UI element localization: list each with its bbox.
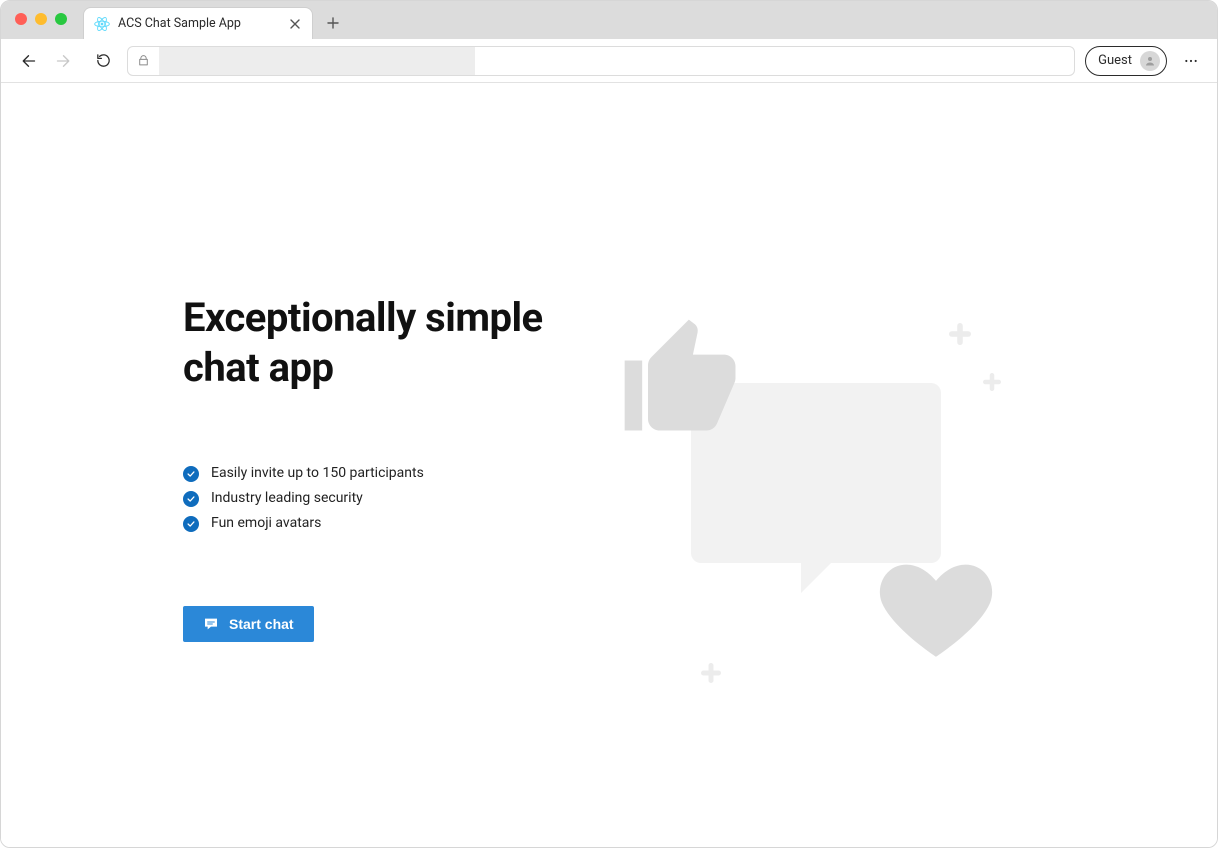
tab-close-icon[interactable] — [288, 17, 302, 31]
new-tab-button[interactable] — [319, 9, 347, 37]
lock-icon — [128, 47, 160, 75]
check-icon — [183, 491, 199, 507]
title-line-1: Exceptionally simple — [183, 294, 543, 341]
thumbs-up-icon — [613, 293, 753, 463]
list-item: Fun emoji avatars — [183, 513, 603, 534]
feature-list: Easily invite up to 150 participants Ind… — [183, 463, 603, 534]
title-line-2: chat app — [183, 344, 334, 391]
more-menu-button[interactable] — [1177, 47, 1205, 75]
profile-label: Guest — [1098, 53, 1132, 68]
sparkle-icon — [949, 323, 971, 345]
window-zoom-button[interactable] — [55, 13, 67, 25]
tab-title: ACS Chat Sample App — [118, 16, 280, 31]
feature-text: Industry leading security — [211, 488, 363, 509]
person-icon — [1140, 51, 1160, 71]
reload-button[interactable] — [89, 47, 117, 75]
chat-icon — [203, 616, 219, 632]
hero-illustration — [601, 293, 1021, 693]
cta-label: Start chat — [229, 616, 294, 632]
window-minimize-button[interactable] — [35, 13, 47, 25]
start-chat-button[interactable]: Start chat — [183, 606, 314, 642]
sparkle-icon — [983, 373, 1001, 391]
tab-active[interactable]: ACS Chat Sample App — [83, 7, 313, 39]
hero-section: Exceptionally simple chat app Easily inv… — [183, 293, 603, 642]
sparkle-icon — [701, 663, 721, 683]
page-title: Exceptionally simple chat app — [183, 293, 603, 393]
page-viewport: Exceptionally simple chat app Easily inv… — [1, 83, 1217, 847]
toolbar: Guest — [1, 39, 1217, 83]
browser-window: ACS Chat Sample App — [0, 0, 1218, 848]
back-button[interactable] — [13, 47, 41, 75]
address-bar[interactable] — [127, 46, 1075, 76]
check-icon — [183, 516, 199, 532]
tabs: ACS Chat Sample App — [83, 1, 347, 39]
check-icon — [183, 466, 199, 482]
heart-icon — [861, 543, 1011, 673]
window-close-button[interactable] — [15, 13, 27, 25]
list-item: Easily invite up to 150 participants — [183, 463, 603, 484]
tab-bar: ACS Chat Sample App — [1, 1, 1217, 39]
address-input[interactable] — [160, 47, 475, 75]
window-controls — [15, 13, 67, 25]
profile-guest-button[interactable]: Guest — [1085, 46, 1167, 76]
feature-text: Easily invite up to 150 participants — [211, 463, 424, 484]
list-item: Industry leading security — [183, 488, 603, 509]
react-favicon-icon — [94, 16, 110, 32]
forward-button[interactable] — [51, 47, 79, 75]
feature-text: Fun emoji avatars — [211, 513, 321, 534]
